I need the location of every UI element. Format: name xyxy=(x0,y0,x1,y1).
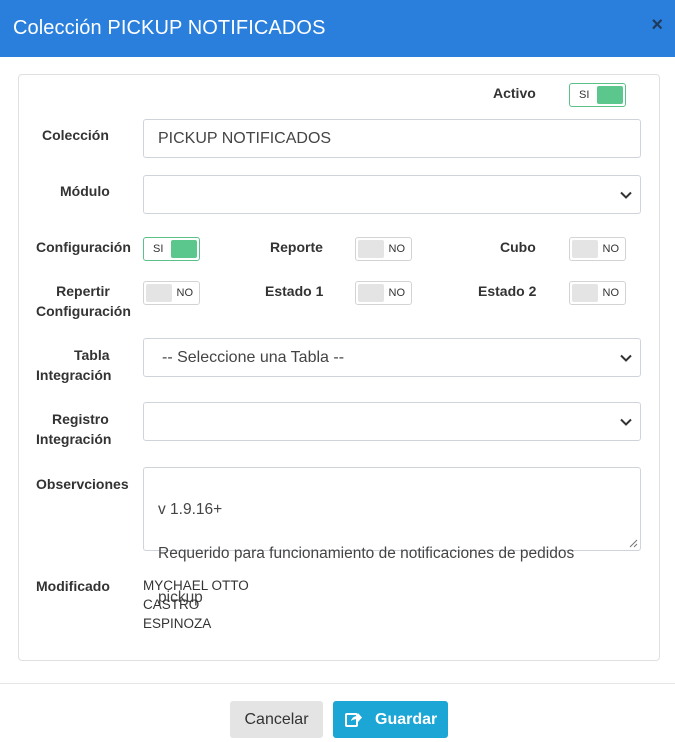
modificado-line2: CASTRO xyxy=(143,597,200,612)
tabla-integracion-select[interactable]: -- Seleccione una Tabla -- xyxy=(143,338,641,377)
reporte-label: Reporte xyxy=(270,239,323,255)
reporte-toggle[interactable]: NO xyxy=(355,237,412,261)
modificado-label: Modificado xyxy=(36,578,110,594)
dialog-header: Colección PICKUP NOTIFICADOS × xyxy=(0,0,675,57)
chevron-down-icon xyxy=(618,339,634,376)
registro-integracion-label: Registro Integración xyxy=(36,409,146,449)
share-icon xyxy=(345,713,362,727)
toggle-state: NO xyxy=(388,287,406,299)
repertir-configuracion-label: Repertir Configuración xyxy=(36,281,131,321)
estado1-label: Estado 1 xyxy=(265,283,324,299)
footer-divider xyxy=(0,683,675,684)
activo-toggle[interactable]: SI xyxy=(569,83,626,107)
configuracion-toggle[interactable]: SI xyxy=(143,237,200,261)
observaciones-label: Observciones xyxy=(36,476,129,492)
toggle-knob xyxy=(597,86,623,104)
coleccion-label: Colección xyxy=(42,127,109,143)
repertir-label-line2: Configuración xyxy=(36,303,131,319)
observaciones-textarea[interactable]: v 1.9.16+ Requerido para funcionamiento … xyxy=(143,467,641,606)
coleccion-input[interactable]: PICKUP NOTIFICADOS xyxy=(143,119,641,158)
cancel-button[interactable]: Cancelar xyxy=(230,701,323,738)
estado2-toggle[interactable]: NO xyxy=(569,281,626,305)
modificado-line3: ESPINOZA xyxy=(143,616,212,631)
toggle-state: NO xyxy=(176,287,194,299)
modulo-label: Módulo xyxy=(60,183,110,199)
cubo-label: Cubo xyxy=(500,239,536,255)
estado2-label: Estado 2 xyxy=(478,283,537,299)
configuracion-label: Configuración xyxy=(36,239,131,255)
toggle-state: SI xyxy=(153,243,164,255)
tabla-label-line1: Tabla xyxy=(74,347,110,363)
toggle-state: NO xyxy=(388,243,406,255)
tabla-label-line2: Integración xyxy=(36,367,112,383)
tabla-integracion-label: Tabla Integración xyxy=(36,345,146,385)
registro-integracion-select[interactable] xyxy=(143,402,641,441)
toggle-knob xyxy=(572,240,598,258)
observaciones-line1: v 1.9.16+ xyxy=(158,501,223,518)
modulo-select[interactable] xyxy=(143,175,641,214)
toggle-knob xyxy=(146,284,172,302)
toggle-knob xyxy=(358,240,384,258)
save-button[interactable]: Guardar xyxy=(333,701,448,738)
resize-handle-icon[interactable] xyxy=(628,538,638,548)
tabla-selected-value: -- Seleccione una Tabla -- xyxy=(162,349,345,366)
toggle-state: NO xyxy=(602,243,620,255)
repertir-label-line1: Repertir xyxy=(56,283,110,299)
registro-label-line2: Integración xyxy=(36,431,112,447)
modificado-line1: MYCHAEL OTTO xyxy=(143,578,249,593)
chevron-down-icon xyxy=(618,403,634,440)
registro-label-line1: Registro xyxy=(52,411,109,427)
repertir-configuracion-toggle[interactable]: NO xyxy=(143,281,200,305)
observaciones-line2: Requerido para funcionamiento de notific… xyxy=(158,545,575,562)
estado1-toggle[interactable]: NO xyxy=(355,281,412,305)
toggle-knob xyxy=(572,284,598,302)
toggle-state: SI xyxy=(579,89,590,101)
save-button-label: Guardar xyxy=(375,711,438,728)
toggle-state: NO xyxy=(602,287,620,299)
modificado-value: MYCHAEL OTTO CASTRO ESPINOZA xyxy=(143,576,249,633)
cubo-toggle[interactable]: NO xyxy=(569,237,626,261)
dialog-title: Colección PICKUP NOTIFICADOS xyxy=(13,17,326,39)
toggle-knob xyxy=(171,240,197,258)
close-icon[interactable]: × xyxy=(651,14,663,36)
chevron-down-icon xyxy=(618,176,634,213)
toggle-knob xyxy=(358,284,384,302)
activo-label: Activo xyxy=(493,85,536,101)
